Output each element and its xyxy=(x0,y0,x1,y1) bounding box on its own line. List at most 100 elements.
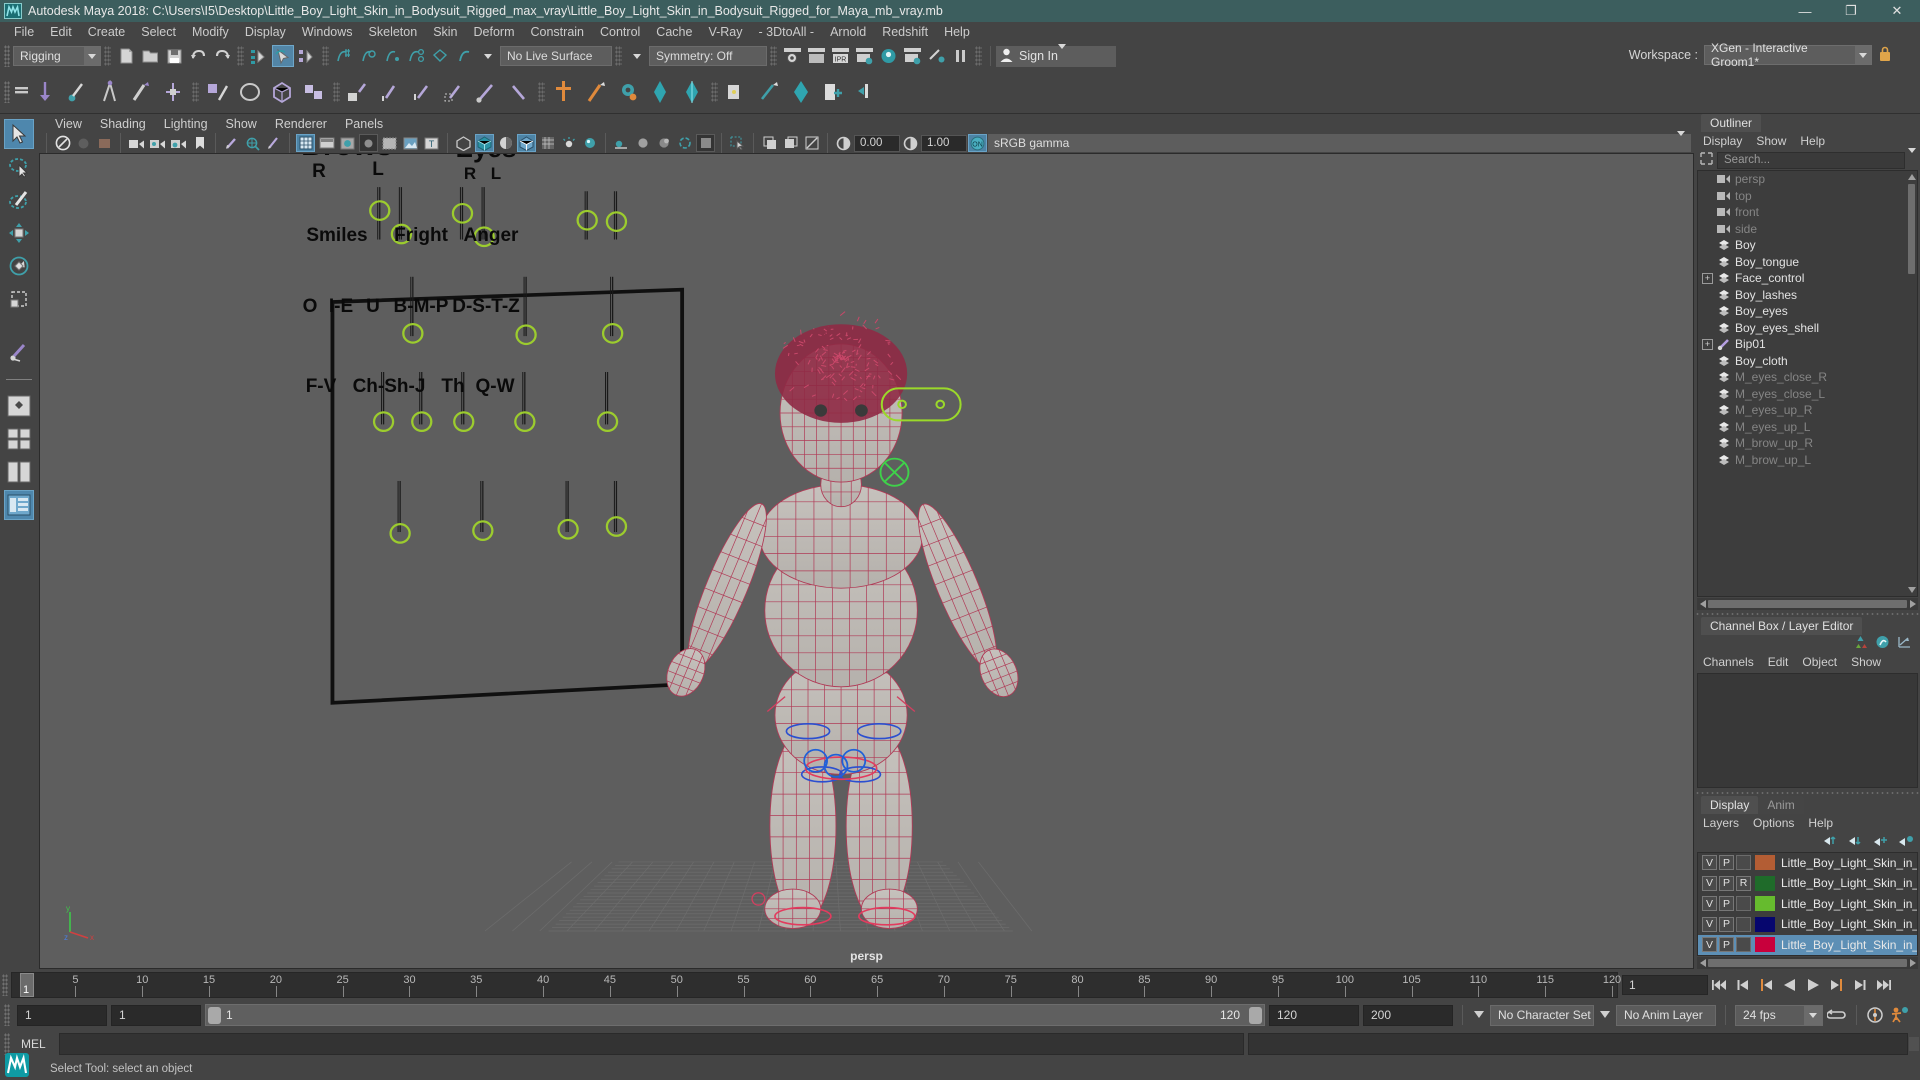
go-to-start-button[interactable] xyxy=(1711,975,1731,995)
toolbar-grip[interactable] xyxy=(615,46,622,66)
loop-playback-icon[interactable] xyxy=(1827,1005,1847,1025)
scroll-left-icon[interactable] xyxy=(1697,959,1708,967)
create-ik-handle-icon[interactable] xyxy=(93,75,125,109)
wrap-deformer-icon[interactable] xyxy=(266,75,298,109)
render-setup-icon[interactable] xyxy=(925,45,947,67)
shelf-grip[interactable] xyxy=(333,82,340,102)
xray-joints-icon[interactable] xyxy=(496,134,515,152)
menu-create[interactable]: Create xyxy=(80,22,134,42)
text-display-icon[interactable]: T xyxy=(422,134,441,152)
tab-channel-box[interactable]: Channel Box / Layer Editor xyxy=(1701,617,1862,635)
paint-weights-tool-icon[interactable] xyxy=(580,75,612,109)
animation-start-field[interactable]: 1 xyxy=(17,1005,107,1026)
layer-visibility-toggle[interactable]: V xyxy=(1702,896,1717,911)
outliner-item[interactable]: side xyxy=(1698,221,1917,238)
menu-modify[interactable]: Modify xyxy=(184,22,237,42)
scroll-left-icon[interactable] xyxy=(1697,600,1708,608)
two-sided-lighting-icon[interactable] xyxy=(148,134,167,152)
paint-select-tool-button[interactable] xyxy=(4,185,34,215)
outliner-item[interactable]: M_eyes_up_R xyxy=(1698,402,1917,419)
layer-reference-toggle[interactable]: R xyxy=(1736,876,1751,891)
scroll-up-icon[interactable] xyxy=(1907,172,1916,181)
expand-toggle-icon[interactable]: + xyxy=(1702,273,1713,284)
snap-to-projected-center-icon[interactable] xyxy=(405,45,427,67)
menu-redshift[interactable]: Redshift xyxy=(874,22,936,42)
animation-end-field[interactable]: 200 xyxy=(1363,1005,1453,1026)
default-light-icon[interactable] xyxy=(580,134,599,152)
search-filter-icon[interactable] xyxy=(1699,151,1714,169)
single-perspective-view-button[interactable] xyxy=(4,391,34,421)
outliner-item[interactable]: Boy_eyes_shell xyxy=(1698,320,1917,337)
channelbox-menu-edit[interactable]: Edit xyxy=(1768,655,1789,669)
outliner-item[interactable]: Boy_lashes xyxy=(1698,287,1917,304)
copy-render-icon[interactable] xyxy=(760,134,779,152)
layer-color-swatch[interactable] xyxy=(1755,937,1775,952)
outliner-item[interactable]: Boy_eyes xyxy=(1698,303,1917,320)
current-frame-field[interactable]: 1 xyxy=(1622,975,1708,995)
viewport-menu-shading[interactable]: Shading xyxy=(91,117,155,131)
hypershade-icon[interactable] xyxy=(877,45,899,67)
timeslider-grip[interactable] xyxy=(2,974,8,996)
select-hierarchy-icon[interactable] xyxy=(248,45,270,67)
move-tool-button[interactable] xyxy=(4,218,34,248)
camera-settings-icon[interactable] xyxy=(169,134,188,152)
screen-space-ao-icon[interactable] xyxy=(538,134,557,152)
outliner-item[interactable]: persp xyxy=(1698,171,1917,188)
layer-menu-options[interactable]: Options xyxy=(1753,816,1794,830)
smooth-shade-all-icon[interactable] xyxy=(317,134,336,152)
display-layer-row[interactable]: VP Little_Boy_Light_Skin_in_Bodysui xyxy=(1698,853,1917,874)
channel-box-content[interactable] xyxy=(1697,673,1918,788)
move-layer-up-icon[interactable] xyxy=(1823,834,1839,850)
scroll-thumb[interactable] xyxy=(1708,959,1907,967)
select-camera-icon[interactable] xyxy=(53,134,72,152)
lock-camera-icon[interactable] xyxy=(74,134,93,152)
minimize-button[interactable]: — xyxy=(1782,0,1828,22)
layer-reference-toggle[interactable] xyxy=(1736,917,1751,932)
layer-visibility-toggle[interactable]: V xyxy=(1702,917,1717,932)
menu-cache[interactable]: Cache xyxy=(648,22,700,42)
blendshape-icon[interactable] xyxy=(202,75,234,109)
snap-to-point-icon[interactable] xyxy=(381,45,403,67)
exposure-icon[interactable] xyxy=(834,134,853,152)
play-forwards-button[interactable] xyxy=(1803,975,1823,995)
menu-arnold[interactable]: Arnold xyxy=(822,22,874,42)
outliner-item[interactable]: M_eyes_up_L xyxy=(1698,419,1917,436)
perspective-viewport[interactable]: BrowsEyesRLRLSmilesFrightAngerOI-EUB-M-P… xyxy=(39,153,1694,969)
command-input[interactable] xyxy=(59,1033,1244,1055)
toolbar-grip[interactable] xyxy=(237,46,244,66)
shelf-grip[interactable] xyxy=(711,82,718,102)
create-joint-icon[interactable] xyxy=(61,75,93,109)
smooth-shade-selected-icon[interactable] xyxy=(338,134,357,152)
open-scene-icon[interactable] xyxy=(139,45,161,67)
outliner-item[interactable]: M_eyes_close_L xyxy=(1698,386,1917,403)
layer-color-swatch[interactable] xyxy=(1755,876,1775,891)
menu-v-ray[interactable]: V-Ray xyxy=(700,22,750,42)
script-language-label[interactable]: MEL xyxy=(13,1037,59,1051)
render-current-frame-icon[interactable] xyxy=(781,45,803,67)
display-layer-row[interactable]: VP Little_Boy_Light_Skin_in_Bodysui xyxy=(1698,935,1917,956)
four-view-layout-button[interactable] xyxy=(4,424,34,454)
ipr-render-icon[interactable]: IPR xyxy=(829,45,851,67)
image-plane-icon[interactable] xyxy=(222,134,241,152)
range-end-handle[interactable] xyxy=(1249,1007,1262,1024)
paint-skin-weights-icon[interactable] xyxy=(125,75,157,109)
select-component-icon[interactable] xyxy=(296,45,318,67)
layer-playback-toggle[interactable]: P xyxy=(1719,917,1734,932)
range-slider[interactable]: 1 120 xyxy=(205,1004,1265,1026)
layer-playback-toggle[interactable]: P xyxy=(1719,876,1734,891)
layer-reference-toggle[interactable] xyxy=(1736,937,1751,952)
lattice-deformer-icon[interactable] xyxy=(234,75,266,109)
channelbox-menu-show[interactable]: Show xyxy=(1851,655,1881,669)
menu-constrain[interactable]: Constrain xyxy=(523,22,593,42)
close-button[interactable]: ✕ xyxy=(1874,0,1920,22)
range-end-field[interactable]: 120 xyxy=(1269,1005,1359,1026)
search-input[interactable]: Search... xyxy=(1717,152,1905,169)
outliner-menu-show[interactable]: Show xyxy=(1756,134,1786,148)
gamma-icon[interactable] xyxy=(901,134,920,152)
redo-render-icon[interactable] xyxy=(805,45,827,67)
point-constraint-icon[interactable] xyxy=(375,75,407,109)
select-object-icon[interactable] xyxy=(272,45,294,67)
outliner-list[interactable]: persp top front side Boy Boy_tongue + Face_cont… xyxy=(1697,170,1918,597)
outliner-item[interactable]: top xyxy=(1698,188,1917,205)
channel-box-icon[interactable] xyxy=(1853,635,1868,652)
